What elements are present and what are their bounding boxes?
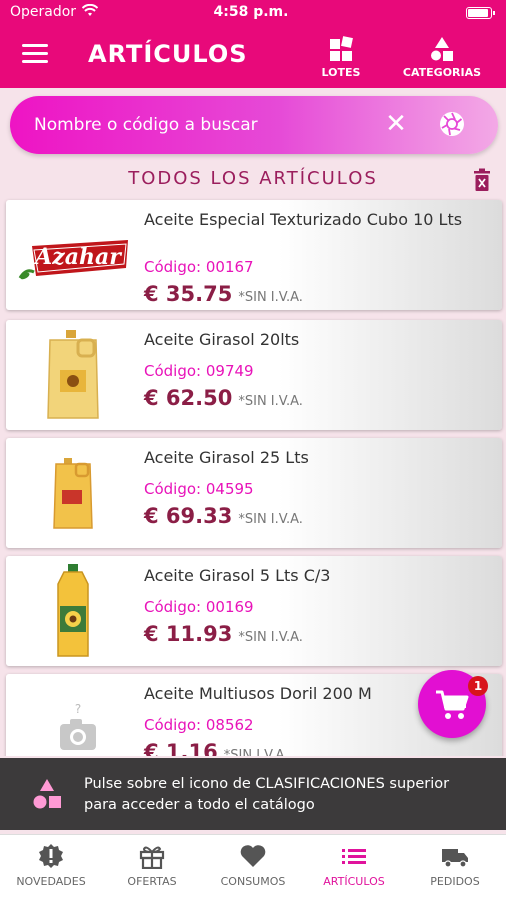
tab-pedidos[interactable]: PEDIDOS [405,843,505,888]
product-card[interactable]: Aceite Girasol 20lts Código: 09749 € 62.… [6,320,502,430]
product-name: Aceite Girasol 20lts [144,330,300,349]
gift-icon [138,843,166,870]
lotes-icon [329,36,353,62]
tab-label: NOVEDADES [16,875,86,888]
product-image-oil-jug [12,444,134,542]
app-header: Operador 4:58 p.m. ARTÍCULOS LOTES CATEG… [0,0,506,88]
trash-icon[interactable] [472,168,492,192]
product-code: Código: 04595 [144,480,254,498]
product-name: Aceite Girasol 25 Lts [144,448,309,467]
lotes-button[interactable]: LOTES [318,36,364,79]
lotes-label: LOTES [321,66,361,79]
list-icon [340,843,368,869]
product-list[interactable]: Azahar Aceite Especial Texturizado Cubo … [0,196,506,756]
product-code: Código: 00169 [144,598,254,616]
shapes-icon [32,778,62,810]
toast-message: Pulse sobre el icono de CLASIFICACIONES … [84,776,450,813]
product-image-oil-bottle [12,562,134,660]
product-price: € 62.50 *SIN I.V.A. [144,386,303,410]
section-title: TODOS LOS ARTÍCULOS [128,168,378,189]
product-card[interactable]: Aceite Girasol 25 Lts Código: 04595 € 69… [6,438,502,548]
search-bar: ✕ [10,96,498,154]
product-image-oil-jug [12,326,134,424]
menu-button[interactable] [22,44,48,64]
camera-shutter-icon[interactable] [438,110,466,138]
product-price: € 11.93 *SIN I.V.A. [144,622,303,646]
brand-logo-text: Azahar [33,244,122,270]
tab-label: ARTÍCULOS [323,875,385,888]
tab-label: OFERTAS [127,875,177,888]
alert-badge-icon [37,843,65,869]
product-name: Aceite Girasol 5 Lts C/3 [144,566,331,585]
product-card[interactable]: Aceite Girasol 5 Lts C/3 Código: 00169 €… [6,556,502,666]
product-name: Aceite Especial Texturizado Cubo 10 Lts [144,210,463,229]
tab-label: CONSUMOS [220,875,286,888]
product-code: Código: 09749 [144,362,254,380]
clear-search-icon[interactable]: ✕ [382,110,410,138]
tab-label: PEDIDOS [430,875,480,888]
truck-icon [441,843,469,869]
page-title: ARTÍCULOS [88,40,248,68]
search-input[interactable] [34,110,364,140]
tab-ofertas[interactable]: OFERTAS [102,843,202,888]
clock: 4:58 p.m. [213,4,289,20]
no-image-camera-icon: ? [12,680,134,756]
categorias-label: CATEGORIAS [402,66,482,79]
product-price: € 35.75 *SIN I.V.A. [144,282,303,306]
product-code: Código: 00167 [144,258,254,276]
product-code: Código: 08562 [144,716,254,734]
product-card[interactable]: Azahar Aceite Especial Texturizado Cubo … [6,200,502,310]
status-bar: Operador 4:58 p.m. [10,3,495,24]
bottom-tab-bar: NOVEDADES OFERTAS CONSUMOS ARTÍCULOS PED… [0,834,506,900]
shapes-icon [430,36,454,62]
product-price: € 69.33 *SIN I.V.A. [144,504,303,528]
tab-novedades[interactable]: NOVEDADES [1,843,101,888]
product-image-azahar-logo: Azahar [12,206,134,304]
tab-consumos[interactable]: CONSUMOS [203,843,303,888]
battery-icon [466,7,495,19]
categorias-button[interactable]: CATEGORIAS [394,36,490,79]
cart-count-badge: 1 [468,676,488,696]
cart-button[interactable]: 1 [418,670,488,738]
cart-icon [435,689,469,725]
tab-articulos[interactable]: ARTÍCULOS [304,843,404,888]
info-toast: Pulse sobre el icono de CLASIFICACIONES … [0,758,506,830]
product-price: € 1.16 *SIN I.V.A. [144,740,289,756]
heart-icon [239,843,267,869]
svg-text:?: ? [75,702,81,716]
